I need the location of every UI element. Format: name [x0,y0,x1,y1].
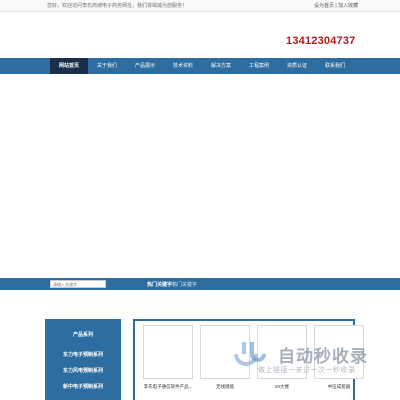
search-input[interactable] [50,280,106,288]
watermark-title: 自动秒收录 [278,347,368,366]
nav-items: 网站首页 关于我们 产品展示 技术资料 解决方案 工程案例 资质认证 联系我们 [50,58,354,74]
nav-item-tech[interactable]: 技术资料 [164,58,202,74]
welcome-text: 您好，欢迎访问李氏商城电子商务网址，我们将竭诚为您服务！ [47,3,188,9]
nav-item-contact[interactable]: 联系我们 [316,58,354,74]
top-bar: 您好，欢迎访问李氏商城电子商务网址，我们将竭诚为您服务！ 设为首页 | 加入收藏 [0,0,400,12]
watermark-logo-icon [234,342,266,366]
product-image[interactable] [143,325,193,379]
product-card[interactable]: 李氏电子通信软件产品... [143,325,193,390]
sidebar-title[interactable]: 产品系列 [45,331,121,338]
nav-item-products[interactable]: 产品展示 [126,58,164,74]
sidebar-item-3[interactable]: 新中电子预制系列 [45,383,121,390]
content-left-border [133,319,135,400]
product-name[interactable]: 20大楼 [257,384,307,390]
nav-item-solutions[interactable]: 解决方案 [202,58,240,74]
main-nav: 网站首页 关于我们 产品展示 技术资料 解决方案 工程案例 资质认证 联系我们 [0,58,400,74]
nav-item-about[interactable]: 关于我们 [88,58,126,74]
hot-keyword-link[interactable]: 热门关键字 [172,281,197,288]
nav-item-cases[interactable]: 工程案例 [240,58,278,74]
search-bar: 热门关键字： 热门关键字 [0,278,400,290]
phone-number: 13412304737 [286,35,356,47]
banner-area [0,74,400,278]
nav-item-home[interactable]: 网站首页 [50,58,88,74]
nav-item-certs[interactable]: 资质认证 [278,58,316,74]
watermark-subtitle: 做上链接一来访一次一秒收录 [258,367,356,374]
product-name[interactable]: 中压成套器 [314,384,364,390]
product-name[interactable]: 李氏电子通信软件产品... [143,384,193,390]
top-links[interactable]: 设为首页 | 加入收藏 [314,2,358,9]
product-name[interactable]: 无线储能 [200,384,250,390]
watermark: 自动秒收录 做上链接一来访一次一秒收录 [232,338,382,378]
sidebar-item-1[interactable]: 东力电子预制系列 [45,351,121,358]
content-top-border [133,319,355,321]
product-sidebar: 产品系列 东力电子预制系列 东力风电预制系列 新中电子预制系列 [45,319,121,400]
sidebar-item-2[interactable]: 东力风电预制系列 [45,367,121,374]
